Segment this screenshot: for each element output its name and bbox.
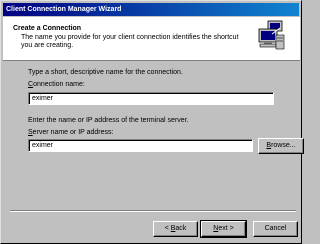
- wizard-window: Client Connection Manager Wizard Create …: [0, 0, 304, 244]
- page-description: The name you provide for your client con…: [21, 34, 239, 49]
- connection-name-input[interactable]: eximer: [28, 92, 274, 105]
- connection-instruction: Type a short, descriptive name for the c…: [28, 69, 183, 76]
- footer-divider-highlight: [10, 211, 296, 212]
- computer-wizard-icon: [258, 20, 285, 50]
- cancel-button[interactable]: Cancel: [253, 221, 298, 237]
- wizard-header: Create a Connection The name you provide…: [3, 17, 300, 61]
- window-title: Client Connection Manager Wizard: [6, 6, 122, 13]
- title-bar: Client Connection Manager Wizard: [3, 3, 299, 16]
- browse-button[interactable]: Browse...: [258, 138, 304, 154]
- server-name-label: Server name or IP address:: [28, 129, 114, 136]
- back-button[interactable]: < Back: [153, 221, 198, 237]
- server-name-input[interactable]: eximer: [28, 139, 253, 152]
- next-button[interactable]: Next >: [200, 220, 247, 238]
- server-instruction: Enter the name or IP address of the term…: [28, 117, 189, 124]
- page-title: Create a Connection: [13, 25, 82, 32]
- connection-name-label: Connection name:: [28, 81, 85, 88]
